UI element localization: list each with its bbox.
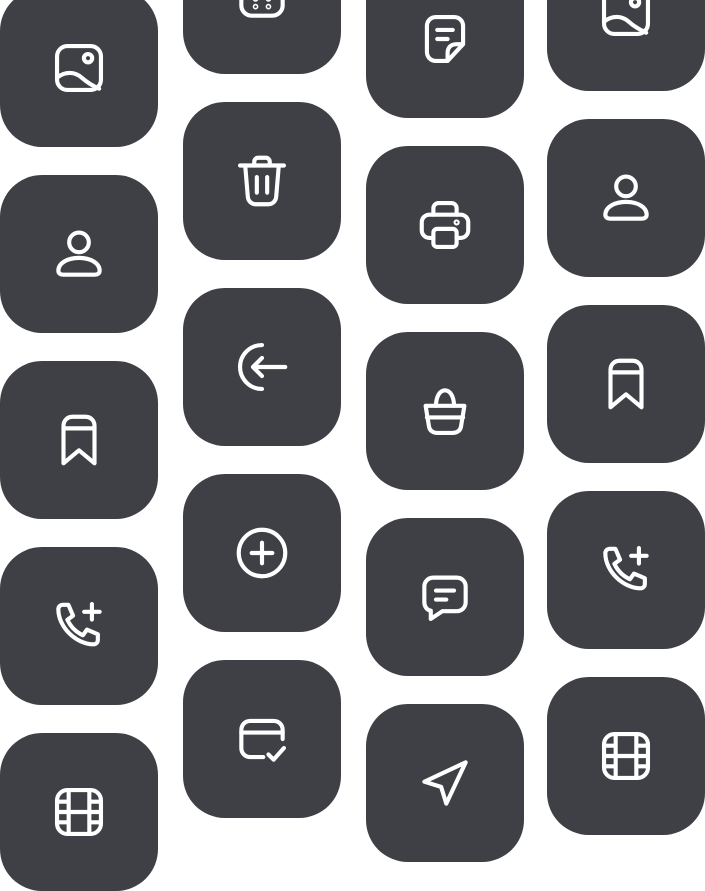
shopping-bag-icon [423,388,467,436]
add-circle-icon [236,527,288,579]
card-check-icon [239,718,287,762]
send-icon-tile[interactable] [366,704,524,862]
film-icon [601,731,651,781]
message-icon [422,575,468,622]
calendar-icon-tile[interactable] [183,0,341,74]
bookmark-icon [61,414,97,466]
card-check-icon-tile[interactable] [183,660,341,818]
message-icon-tile[interactable] [366,518,524,676]
image-icon-tile[interactable] [0,0,158,147]
user-icon-tile-2[interactable] [547,119,705,277]
user-icon [56,230,102,277]
film-icon-tile[interactable] [0,733,158,891]
image-icon [601,0,651,37]
trash-icon [237,155,287,207]
phone-add-icon [56,601,102,647]
trash-icon-tile[interactable] [183,102,341,260]
phone-add-icon-tile[interactable] [0,547,158,705]
send-icon [422,760,468,806]
shopping-bag-icon-tile[interactable] [366,332,524,490]
add-circle-icon-tile[interactable] [183,474,341,632]
phone-add-icon-tile-2[interactable] [547,491,705,649]
user-icon-tile[interactable] [0,175,158,333]
calendar-icon [239,0,285,18]
bookmark-icon-tile[interactable] [0,361,158,519]
film-icon-tile-2[interactable] [547,677,705,835]
image-icon [54,43,104,93]
printer-icon-tile[interactable] [366,146,524,304]
printer-icon [419,200,471,250]
bookmark-icon [608,358,644,410]
document-icon-tile[interactable] [366,0,524,118]
document-icon [424,14,466,64]
phone-add-icon [603,545,649,591]
film-icon [54,787,104,837]
user-icon [603,174,649,221]
bookmark-icon-tile-2[interactable] [547,305,705,463]
image-icon-tile-2[interactable] [547,0,705,91]
logout-icon-tile[interactable] [183,288,341,446]
logout-icon [237,342,288,392]
